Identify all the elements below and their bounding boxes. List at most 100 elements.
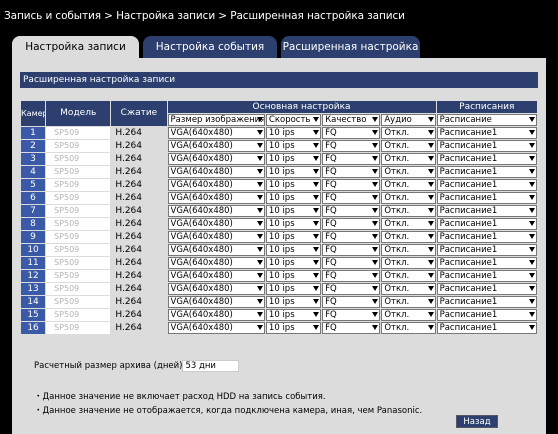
select-audio[interactable]: Откл. xyxy=(381,269,436,282)
select-schedule[interactable]: Расписание1 xyxy=(436,256,537,269)
tab-recording-settings[interactable]: Настройка записи xyxy=(12,36,139,58)
select-speed[interactable]: 10 ips xyxy=(265,204,322,217)
tab-event-settings[interactable]: Настройка события xyxy=(143,36,277,58)
select-schedule[interactable]: Расписание1 xyxy=(436,139,537,152)
select-quality[interactable]: FQ xyxy=(322,165,381,178)
select-quality[interactable]: FQ xyxy=(322,152,381,165)
select-quality[interactable]: FQ xyxy=(322,217,381,230)
select-image-size[interactable]: VGA(640x480) xyxy=(167,321,265,334)
select-image-size[interactable]: VGA(640x480) xyxy=(167,178,265,191)
select-audio[interactable]: Откл. xyxy=(381,165,436,178)
select-image-size[interactable]: VGA(640x480) xyxy=(167,295,265,308)
select-audio[interactable]: Откл. xyxy=(381,230,436,243)
select-image-size[interactable]: VGA(640x480) xyxy=(167,217,265,230)
chevron-down-icon xyxy=(256,155,263,161)
chevron-down-icon xyxy=(313,324,320,330)
select-speed[interactable]: 10 ips xyxy=(265,139,322,152)
select-audio[interactable]: Откл. xyxy=(381,139,436,152)
select-schedule[interactable]: Расписание1 xyxy=(436,126,537,139)
select-quality[interactable]: FQ xyxy=(322,230,381,243)
header-select-image-size[interactable]: Размер изображения xyxy=(167,113,265,126)
compression-value: H.264 xyxy=(111,243,167,256)
select-speed[interactable]: 10 ips xyxy=(265,243,322,256)
chevron-down-icon xyxy=(427,207,434,213)
select-quality[interactable]: FQ xyxy=(322,191,381,204)
chevron-down-icon xyxy=(529,259,535,265)
header-select-quality[interactable]: Качество xyxy=(322,113,381,126)
select-speed[interactable]: 10 ips xyxy=(265,230,322,243)
select-schedule[interactable]: Расписание1 xyxy=(436,308,537,321)
select-schedule[interactable]: Расписание1 xyxy=(436,321,537,334)
select-quality[interactable]: FQ xyxy=(322,139,381,152)
select-speed[interactable]: 10 ips xyxy=(265,152,322,165)
select-schedule[interactable]: Расписание1 xyxy=(436,243,537,256)
table-row: 9 SP509 H.264 VGA(640x480) 10 ips FQ Откл. Расп… xyxy=(21,230,537,243)
select-image-size[interactable]: VGA(640x480) xyxy=(167,165,265,178)
select-audio[interactable]: Откл. xyxy=(381,295,436,308)
select-quality[interactable]: FQ xyxy=(322,295,381,308)
select-image-size[interactable]: VGA(640x480) xyxy=(167,308,265,321)
select-audio[interactable]: Откл. xyxy=(381,126,436,139)
select-image-size[interactable]: VGA(640x480) xyxy=(167,204,265,217)
header-select-audio[interactable]: Аудио xyxy=(381,113,436,126)
select-quality[interactable]: FQ xyxy=(322,243,381,256)
select-speed[interactable]: 10 ips xyxy=(265,308,322,321)
select-speed[interactable]: 10 ips xyxy=(265,191,322,204)
select-schedule[interactable]: Расписание1 xyxy=(436,230,537,243)
select-image-size[interactable]: VGA(640x480) xyxy=(167,139,265,152)
select-audio[interactable]: Откл. xyxy=(381,243,436,256)
select-quality[interactable]: FQ xyxy=(322,126,381,139)
chevron-down-icon xyxy=(313,116,320,122)
select-speed[interactable]: 10 ips xyxy=(265,295,322,308)
header-select-speed[interactable]: Скорость xyxy=(265,113,322,126)
select-audio[interactable]: Откл. xyxy=(381,282,436,295)
select-quality[interactable]: FQ xyxy=(322,269,381,282)
select-schedule[interactable]: Расписание1 xyxy=(436,269,537,282)
select-audio[interactable]: Откл. xyxy=(381,256,436,269)
select-speed[interactable]: 10 ips xyxy=(265,178,322,191)
select-audio[interactable]: Откл. xyxy=(381,217,436,230)
select-audio[interactable]: Откл. xyxy=(381,152,436,165)
select-speed[interactable]: 10 ips xyxy=(265,126,322,139)
select-schedule[interactable]: Расписание1 xyxy=(436,204,537,217)
select-schedule[interactable]: Расписание1 xyxy=(436,217,537,230)
table-row: 12 SP509 H.264 VGA(640x480) 10 ips FQ Откл. Рас… xyxy=(21,269,537,282)
select-speed[interactable]: 10 ips xyxy=(265,256,322,269)
select-image-size[interactable]: VGA(640x480) xyxy=(167,243,265,256)
select-image-size[interactable]: VGA(640x480) xyxy=(167,269,265,282)
select-schedule[interactable]: Расписание1 xyxy=(436,191,537,204)
select-audio[interactable]: Откл. xyxy=(381,191,436,204)
select-image-size[interactable]: VGA(640x480) xyxy=(167,126,265,139)
select-speed[interactable]: 10 ips xyxy=(265,217,322,230)
select-schedule[interactable]: Расписание1 xyxy=(436,282,537,295)
select-image-size[interactable]: VGA(640x480) xyxy=(167,230,265,243)
select-quality[interactable]: FQ xyxy=(322,321,381,334)
tab-advanced-settings[interactable]: Расширенная настройка xyxy=(281,36,420,58)
select-audio[interactable]: Откл. xyxy=(381,178,436,191)
select-speed[interactable]: 10 ips xyxy=(265,165,322,178)
select-audio[interactable]: Откл. xyxy=(381,308,436,321)
select-quality[interactable]: FQ xyxy=(322,282,381,295)
header-select-speed-value: Скорость xyxy=(268,114,311,125)
compression-value: H.264 xyxy=(111,204,167,217)
chevron-down-icon xyxy=(256,298,263,304)
select-quality[interactable]: FQ xyxy=(322,178,381,191)
select-audio[interactable]: Откл. xyxy=(381,204,436,217)
select-quality[interactable]: FQ xyxy=(322,204,381,217)
select-schedule[interactable]: Расписание1 xyxy=(436,152,537,165)
select-quality[interactable]: FQ xyxy=(322,308,381,321)
select-speed[interactable]: 10 ips xyxy=(265,321,322,334)
select-image-size[interactable]: VGA(640x480) xyxy=(167,282,265,295)
select-quality[interactable]: FQ xyxy=(322,256,381,269)
select-schedule[interactable]: Расписание1 xyxy=(436,295,537,308)
select-image-size[interactable]: VGA(640x480) xyxy=(167,256,265,269)
header-select-schedule[interactable]: Расписание xyxy=(436,113,537,126)
select-schedule[interactable]: Расписание1 xyxy=(436,178,537,191)
select-speed[interactable]: 10 ips xyxy=(265,282,322,295)
back-button[interactable]: Назад xyxy=(456,415,498,428)
select-speed[interactable]: 10 ips xyxy=(265,269,322,282)
select-audio[interactable]: Откл. xyxy=(381,321,436,334)
select-image-size[interactable]: VGA(640x480) xyxy=(167,152,265,165)
select-image-size[interactable]: VGA(640x480) xyxy=(167,191,265,204)
select-schedule[interactable]: Расписание1 xyxy=(436,165,537,178)
